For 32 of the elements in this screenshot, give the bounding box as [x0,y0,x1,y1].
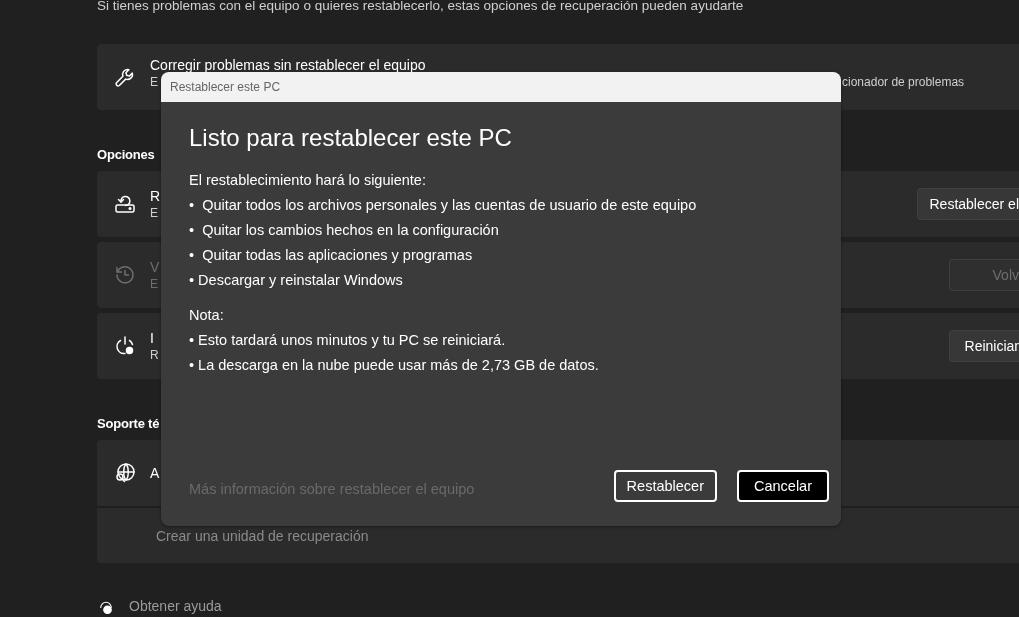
recovery-drive-link[interactable]: Crear una unidad de recuperación [156,527,369,544]
list-item: • Quitar los cambios hechos en la configuración [189,221,500,240]
card-title: Corregir problemas sin restablecer el equipo [150,58,426,73]
card-title: R [150,188,161,204]
cancel-button[interactable]: Cancelar [736,470,829,502]
reset-button[interactable]: Restablecer [613,470,717,502]
card-subtitle: cionador de problemas [842,75,965,89]
note-label: Nota: [189,306,225,325]
card-subtitle: R [150,348,159,362]
action-button[interactable]: Restablecer el [916,188,1019,220]
intro-text: El restablecimiento hará lo siguiente: [189,171,427,190]
intro-text: Si tienes problemas con el equipo o quieres restablecerlo, estas opciones de recuperación pueden ayudarte [97,0,745,15]
globe-search-icon [113,461,137,485]
card-title: I [150,330,154,346]
list-item: • Quitar todos los archivos personales y las cuentas de usuario de este equipo [189,196,698,215]
section-heading: Soporte té [97,416,160,431]
card-title: A [150,465,160,481]
list-item: • Descargar y reinstalar Windows [189,271,404,290]
section-heading: Opciones [97,147,155,162]
list-item: • La descarga en la nube puede usar más de 2,73 GB de datos. [189,356,600,375]
history-icon [113,263,137,287]
card-title: V [150,259,160,275]
dialog-heading: Listo para restablecer este PC [189,124,513,152]
action-button: Volv [949,259,1019,291]
card-subtitle: E [150,206,158,220]
list-item: • Quitar todas las aplicaciones y programas [189,246,474,265]
action-button[interactable]: Reiniciar [949,330,1019,362]
dialog-title-bar: Restablecer este PC [161,72,841,102]
help-link[interactable]: Obtener ayuda [129,598,222,614]
list-item: • Esto tardará unos minutos y tu PC se reiniciará. [189,331,507,350]
card-subtitle: E [150,277,158,291]
card-subtitle: E [150,75,158,89]
